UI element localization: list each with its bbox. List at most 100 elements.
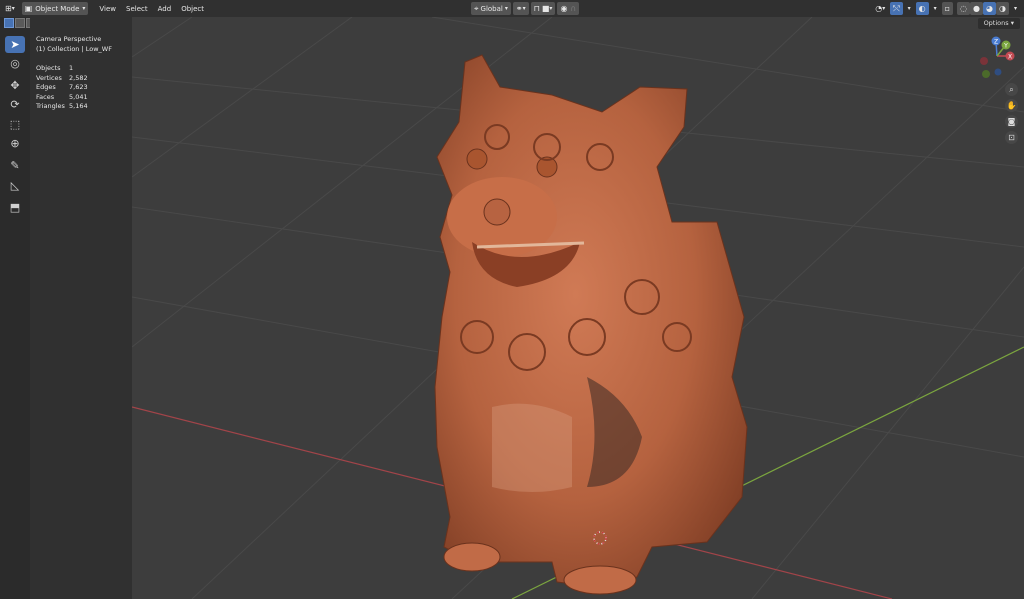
stat-value: 1: [69, 64, 74, 72]
navigation-gizmo[interactable]: Z X Y: [972, 32, 1022, 84]
transform-icon[interactable]: ⊕: [5, 135, 25, 152]
zoom-icon[interactable]: ⌕: [1005, 83, 1018, 96]
menu-add[interactable]: Add: [153, 5, 177, 13]
pivot-icon: ⚭: [515, 3, 523, 13]
magnet-icon: ⊓: [533, 3, 540, 13]
statue-paw-left: [443, 542, 501, 572]
snap-toggle[interactable]: ⊓ ■ ▾: [530, 2, 556, 15]
chevron-down-icon: ▾: [933, 4, 937, 12]
square-icon: ■: [541, 3, 550, 13]
statue-paw-right: [563, 565, 637, 595]
x-axis-label: X: [1008, 54, 1012, 61]
move-icon[interactable]: ✥: [5, 77, 25, 94]
stat-label: Triangles: [36, 102, 65, 110]
lock-icon[interactable]: ⊡: [1005, 131, 1018, 144]
viewport-info-overlay: Camera Perspective (1) Collection | Low_…: [36, 35, 112, 112]
overlays-toggle[interactable]: ◐: [915, 2, 929, 15]
annotate-icon[interactable]: ✎: [5, 157, 25, 174]
overlays-dropdown[interactable]: ▾: [931, 2, 940, 15]
orientation-icon: ⌖: [474, 3, 479, 13]
y-axis-label: Y: [1003, 43, 1008, 50]
stat-value: 5,041: [69, 92, 88, 101]
object-mode-icon: ▣: [24, 3, 33, 13]
shading-material[interactable]: ◕: [983, 2, 996, 15]
chevron-down-icon: ▾: [882, 4, 886, 12]
shading-wireframe[interactable]: ◌: [957, 2, 971, 15]
options-button[interactable]: Options ▾: [977, 18, 1020, 29]
options-label: Options: [983, 19, 1009, 27]
visibility-dropdown[interactable]: ◔ ▾: [872, 2, 888, 15]
neg-z-ball[interactable]: [994, 68, 1002, 76]
wireframe-sphere-icon: ◌: [960, 3, 968, 13]
stat-label: Vertices: [36, 73, 62, 82]
stat-row: Edges 7,623: [36, 83, 112, 93]
tool-shelf: ➤ ◎ ✥ ⟳ ⬚ ⊕ ✎ ◺ ⬒: [0, 17, 58, 599]
cursor-icon[interactable]: ◎: [5, 55, 25, 72]
chevron-down-icon: ▾: [907, 4, 911, 12]
shading-solid[interactable]: ●: [970, 2, 984, 15]
scene-svg: [132, 17, 1024, 599]
3d-viewport[interactable]: [132, 17, 1024, 599]
menu-view[interactable]: View: [94, 5, 121, 13]
falloff-icon: ∩: [570, 3, 577, 13]
viewport-header: ⊞ ▾ ▣ Object Mode ▾ View Select Add Object …: [0, 0, 1024, 17]
neg-x-ball[interactable]: [980, 57, 988, 65]
transform-orientation-dropdown[interactable]: ⌖ Global ▾: [471, 2, 511, 15]
xray-toggle[interactable]: ▫: [941, 2, 954, 15]
grid-line: [132, 17, 353, 178]
editor-type-button[interactable]: ⊞ ▾: [2, 2, 18, 15]
chevron-down-icon: ▾: [82, 4, 86, 12]
collection-name: (1) Collection | Low_WF: [36, 44, 112, 53]
stat-row: Vertices 2,582: [36, 74, 112, 84]
pan-hand-icon[interactable]: ✋: [1005, 99, 1018, 112]
proportional-edit-toggle[interactable]: ◉ ∩: [557, 2, 580, 15]
chevron-down-icon: ▾: [504, 4, 508, 12]
material-sphere-icon: ◕: [986, 3, 993, 13]
grid-line: [132, 17, 193, 58]
orientation-label: Global: [480, 4, 503, 13]
solid-sphere-icon: ●: [973, 3, 981, 13]
statue-eye-left: [466, 148, 488, 170]
chevron-down-icon: ▾: [522, 4, 526, 12]
stat-label: Objects: [36, 64, 61, 72]
select-extend-icon[interactable]: [15, 18, 25, 28]
stat-label: Faces: [36, 92, 55, 101]
mode-dropdown[interactable]: ▣ Object Mode ▾: [21, 2, 89, 15]
menu-select[interactable]: Select: [121, 5, 153, 13]
scale-icon[interactable]: ⬚: [5, 116, 25, 133]
select-box-icon[interactable]: ➤: [5, 36, 25, 53]
statue-light-patch: [492, 403, 572, 492]
gizmo-toggle[interactable]: ⤲: [890, 2, 903, 15]
measure-icon[interactable]: ◺: [5, 177, 25, 194]
shisa-statue[interactable]: [434, 54, 748, 595]
rendered-sphere-icon: ◑: [999, 3, 1006, 13]
stat-label: Edges: [36, 83, 56, 91]
chevron-down-icon: ▾: [1010, 19, 1014, 27]
proportional-icon: ◉: [560, 3, 568, 13]
camera-view-icon[interactable]: ◙: [1005, 115, 1018, 128]
gizmo-dropdown[interactable]: ▾: [905, 2, 914, 15]
xray-icon: ▫: [944, 3, 951, 13]
gizmo-icon: ⤲: [893, 3, 900, 13]
stat-row: Objects 1: [36, 64, 112, 74]
overlays-icon: ◐: [918, 3, 926, 13]
neg-y-ball[interactable]: [982, 70, 990, 78]
stat-value: 5,164: [69, 102, 88, 110]
select-new-icon[interactable]: [4, 18, 14, 28]
shading-dropdown[interactable]: ▾: [1011, 2, 1020, 15]
stat-value: 7,623: [69, 83, 88, 91]
rotate-icon[interactable]: ⟳: [5, 96, 25, 113]
stat-row: Faces 5,041: [36, 93, 112, 103]
pivot-point-dropdown[interactable]: ⚭ ▾: [512, 2, 529, 15]
eye-icon: ◔: [875, 3, 883, 13]
stat-value: 2,582: [69, 73, 88, 82]
chevron-down-icon: ▾: [1013, 4, 1017, 12]
chevron-down-icon: ▾: [549, 4, 553, 12]
statue-nose: [483, 198, 511, 226]
mode-label: Object Mode: [35, 4, 80, 13]
menu-object[interactable]: Object: [176, 5, 209, 13]
chevron-down-icon: ▾: [11, 4, 15, 12]
add-cube-icon[interactable]: ⬒: [5, 199, 25, 216]
stat-row: Triangles 5,164: [36, 102, 112, 112]
shading-rendered[interactable]: ◑: [996, 2, 1009, 15]
